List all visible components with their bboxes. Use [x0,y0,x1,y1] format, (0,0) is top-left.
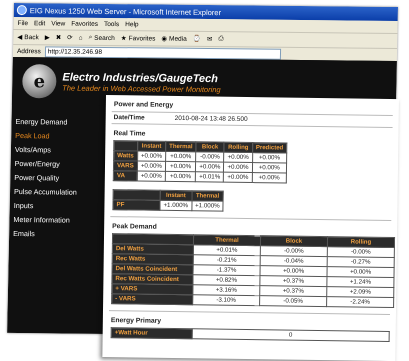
table-cell: +0.00% [223,162,253,173]
menu-edit[interactable]: Edit [34,20,45,27]
table-header: Thermal [165,141,197,152]
table-cell: 0 [192,328,390,342]
sidebar-item-emails[interactable]: Emails [9,227,89,242]
table-header: Instant [137,140,166,152]
menu-view[interactable]: View [51,20,65,27]
table-cell: +0.00% [223,152,253,163]
window-title: EIG Nexus 1250 Web Server - Microsoft In… [29,5,222,17]
table-header: Predicted [252,142,287,154]
sidebar-item-power-quality[interactable]: Power Quality [10,171,90,186]
sidebar-item-energy-demand[interactable]: Energy Demand [11,115,91,130]
stop-icon[interactable]: ✖ [56,33,62,41]
star-icon: ★ [120,35,127,43]
media-button[interactable]: ◉ Media [161,35,187,43]
forward-arrow-icon[interactable]: ▶ [45,33,50,41]
table-header: Thermal [191,190,224,202]
table-cell: -2.24% [326,296,394,308]
table-row: VA +0.00% +0.00% +0.01% +0.00% +0.00% [113,170,287,184]
peak-demand-table: Thermal Block Rolling Del Watts +0.01% -… [111,233,395,308]
company-logo: e [22,64,57,99]
table-row: +Watt Hour 0 [111,327,390,342]
search-icon: ⌕ [88,33,93,41]
menu-favorites[interactable]: Favorites [71,20,98,27]
table-cell: +0.00% [165,161,196,172]
menu-tools[interactable]: Tools [104,20,119,27]
address-label: Address [16,48,41,56]
ie-icon [16,5,27,16]
panel-title: Power and Energy [113,101,174,109]
realtime-table: Instant Thermal Block Rolling Predicted … [113,140,287,184]
table-cell: +0.00% [137,150,166,162]
datetime-label: Date/Time [113,114,145,122]
table-cell: -3.10% [192,294,260,306]
media-icon: ◉ [161,35,168,43]
home-icon[interactable]: ⌂ [79,34,83,41]
table-cell: -0.05% [259,295,327,307]
logo-letter: e [33,70,46,92]
favorites-label: Favorites [128,34,156,42]
table-cell: +0.00% [252,162,287,174]
table-cell: +0.00% [165,171,196,182]
energy-primary-table: +Watt Hour 0 [111,327,390,342]
table-header [113,140,138,151]
sidebar-nav: Energy Demand Peak Load Volts/Amps Power… [9,115,92,242]
peak-demand-title: Peak Demand [112,223,157,231]
search-label: Search [94,34,115,42]
sidebar-item-inputs[interactable]: Inputs [10,199,90,214]
menu-file[interactable]: File [18,20,29,27]
sidebar-item-pulse-accumulation[interactable]: Pulse Accumulation [10,185,90,200]
row-label: VA [113,170,138,181]
company-name: Electro Industries/GaugeTech [62,71,219,85]
row-label: +Watt Hour [111,327,193,339]
table-cell: +0.00% [251,172,287,184]
table-header [113,189,161,201]
datetime-value: 2010-08-24 13:48 26.500 [174,114,248,123]
row-label: PF [112,199,161,211]
table-cell: +1.000% [191,200,224,212]
power-energy-panel: Power and Energy Date/Time 2010-08-24 13… [102,95,399,361]
mail-icon[interactable]: ✉ [207,35,213,43]
table-cell: +0.00% [195,161,224,173]
sidebar-item-peak-load[interactable]: Peak Load [11,129,91,144]
back-button[interactable]: ◀ Back [17,33,39,41]
realtime-title: Real Time [113,130,146,138]
table-cell: -0.00% [195,151,225,163]
table-header: Block [195,141,225,153]
energy-primary-title: Energy Primary [110,317,162,325]
menu-help[interactable]: Help [125,21,139,28]
back-arrow-icon: ◀ [17,34,23,42]
refresh-icon[interactable]: ⟳ [67,34,73,42]
table-cell: +0.00% [252,152,287,164]
print-icon[interactable]: ⎙ [218,35,223,43]
row-label: Watts [113,150,138,161]
row-label: - VARS [111,293,193,305]
table-cell: +0.00% [137,170,166,182]
table-cell: +0.00% [165,151,196,162]
table-row: PF +1.000% +1.000% [112,199,224,212]
table-cell: +0.00% [137,160,166,172]
sidebar-item-power-energy[interactable]: Power/Energy [10,157,90,172]
row-label: VARS [113,160,138,171]
table-cell: +1.000% [159,200,192,211]
history-icon[interactable]: ⌚ [193,35,201,43]
table-cell: +0.00% [223,172,253,183]
media-label: Media [168,35,187,43]
table-cell: +0.01% [195,171,224,183]
table-header: Rolling [224,142,253,153]
company-tagline: The Leader in Web Accessed Power Monitor… [62,83,221,94]
sidebar-item-volts-amps[interactable]: Volts/Amps [11,143,91,158]
sidebar-item-meter-information[interactable]: Meter Information [9,213,89,228]
table-header: Instant [160,190,192,201]
back-label: Back [24,33,39,41]
favorites-button[interactable]: ★ Favorites [121,34,156,42]
search-button[interactable]: ⌕ Search [89,34,115,42]
pf-table: Instant Thermal PF +1.000% +1.000% [112,189,224,212]
